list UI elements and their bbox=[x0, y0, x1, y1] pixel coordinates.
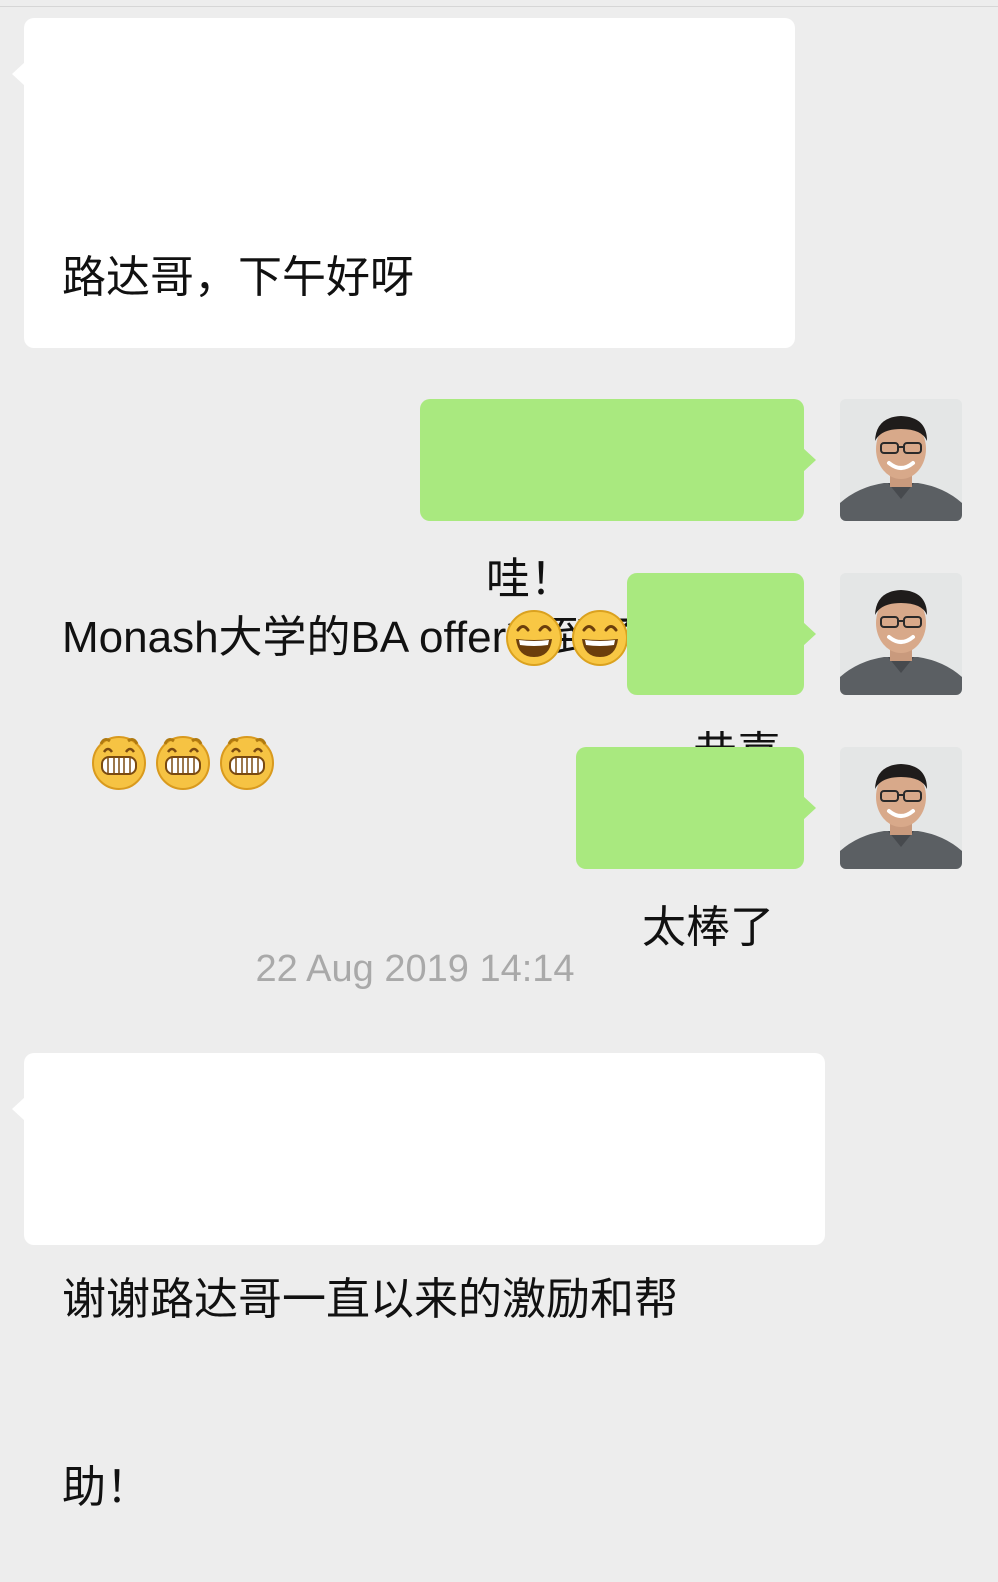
bubble-tail bbox=[803, 622, 816, 646]
profile-photo bbox=[840, 399, 962, 521]
message-timestamp: 22 Aug 2019 14:14 bbox=[255, 948, 575, 990]
message-text: 哇！ bbox=[485, 554, 574, 605]
message-text-line: 路达哥，下午好呀 bbox=[62, 252, 414, 303]
grin-icon bbox=[155, 736, 210, 790]
smile-icon bbox=[571, 610, 628, 666]
bubble-tail bbox=[12, 62, 25, 86]
outgoing-message-bubble[interactable]: 太棒了 bbox=[576, 747, 816, 953]
profile-photo bbox=[840, 573, 962, 695]
avatar[interactable] bbox=[840, 573, 962, 695]
emoji-group bbox=[90, 732, 276, 790]
bubble-tail bbox=[803, 448, 816, 472]
bubble-tail bbox=[803, 796, 816, 820]
message-text-line: 助！ bbox=[62, 1462, 150, 1513]
grin-icon bbox=[91, 736, 146, 790]
bubble-tail bbox=[12, 1097, 25, 1121]
outgoing-message-bubble[interactable]: 哇！ bbox=[420, 399, 816, 666]
message-text: 太棒了 bbox=[641, 902, 774, 953]
profile-photo bbox=[840, 747, 962, 869]
avatar[interactable] bbox=[840, 747, 962, 869]
grin-icon bbox=[219, 736, 274, 790]
avatar[interactable] bbox=[840, 399, 962, 521]
incoming-message-bubble[interactable]: 谢谢路达哥一直以来的激励和帮 助！ bbox=[12, 1053, 825, 1513]
top-divider bbox=[0, 6, 998, 7]
outgoing-message-bubble[interactable]: 恭喜 bbox=[627, 573, 816, 779]
incoming-message-bubble[interactable]: 路达哥，下午好呀 Monash大学的BA offer拿到了 bbox=[12, 18, 795, 790]
smile-icon bbox=[505, 610, 562, 666]
message-text-line: 谢谢路达哥一直以来的激励和帮 bbox=[62, 1274, 678, 1325]
